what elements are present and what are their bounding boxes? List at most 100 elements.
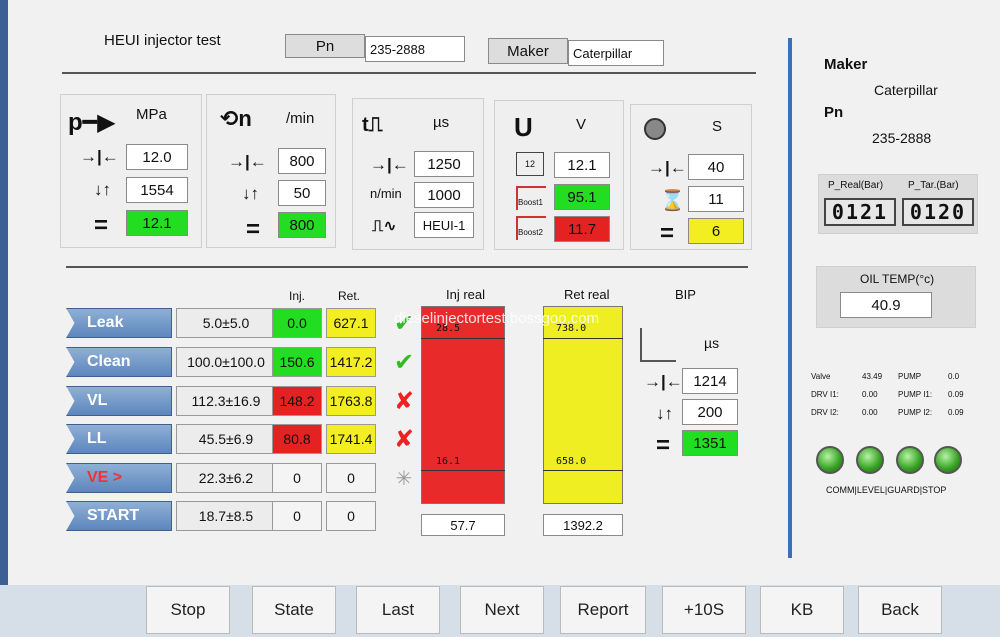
comm-led bbox=[816, 446, 844, 474]
inj-real-value: 57.7 bbox=[421, 514, 505, 536]
last-button[interactable]: Last bbox=[356, 586, 440, 634]
speed-set-field[interactable]: 800 bbox=[278, 148, 326, 174]
waveform-icon: ⎍∿ bbox=[372, 218, 397, 235]
boost2-icon: Boost2 bbox=[516, 216, 546, 240]
pn-field[interactable]: 235-2888 bbox=[365, 36, 465, 62]
row-vl-button[interactable]: VL bbox=[66, 386, 172, 416]
target-icon: →|← bbox=[370, 155, 409, 174]
side-maker-label: Maker bbox=[824, 56, 868, 73]
side-pn-value: 235-2888 bbox=[872, 130, 932, 146]
side-divider bbox=[788, 38, 792, 558]
report-button[interactable]: Report bbox=[560, 586, 646, 634]
pulse-freq-field[interactable]: 1000 bbox=[414, 182, 474, 208]
page-title: HEUI injector test bbox=[104, 32, 221, 49]
stop-button[interactable]: Stop bbox=[146, 586, 230, 634]
supply-voltage: 12.1 bbox=[554, 152, 610, 178]
row-start-button[interactable]: START bbox=[66, 501, 172, 531]
p-tar-display: 0120 bbox=[902, 198, 974, 226]
speed-icon: ⟲n bbox=[220, 106, 252, 131]
pulse-width-field[interactable]: 1250 bbox=[414, 151, 474, 177]
start-spec: 18.7±8.5 bbox=[176, 501, 276, 531]
speed-unit: /min bbox=[286, 110, 315, 127]
pump-label: PUMP bbox=[898, 372, 922, 381]
pump2-value: 0.09 bbox=[948, 408, 964, 417]
valve-label: Valve bbox=[811, 372, 831, 381]
next-button[interactable]: Next bbox=[460, 586, 544, 634]
pump-value: 0.0 bbox=[948, 372, 960, 381]
ret-upper-limit-line bbox=[543, 338, 623, 339]
start-ret: 0 bbox=[326, 501, 376, 531]
oil-temp-value: 40.9 bbox=[840, 292, 932, 318]
speed-step-field[interactable]: 50 bbox=[278, 180, 326, 206]
inj-lower-limit-line bbox=[421, 470, 505, 471]
pump1-value: 0.09 bbox=[948, 390, 964, 399]
range-icon: ↓↑ bbox=[242, 184, 259, 203]
kb-button[interactable]: KB bbox=[760, 586, 844, 634]
maker-field[interactable]: Caterpillar bbox=[568, 40, 664, 66]
ve-ret: 0 bbox=[326, 463, 376, 493]
drv2-label: DRV I2: bbox=[811, 408, 839, 417]
vl-cross-icon: ✘ bbox=[393, 387, 415, 415]
inj-header: Inj. bbox=[289, 289, 306, 303]
time-unit: S bbox=[712, 118, 723, 135]
bip-actual: 1351 bbox=[682, 430, 738, 456]
ret-header: Ret. bbox=[338, 289, 361, 303]
state-button[interactable]: State bbox=[252, 586, 336, 634]
side-pn-label: Pn bbox=[824, 104, 844, 121]
battery-icon: 12 bbox=[516, 152, 544, 176]
pulse-mode-field[interactable]: HEUI-1 bbox=[414, 212, 474, 238]
ll-cross-icon: ✘ bbox=[393, 425, 415, 453]
row-ll-button[interactable]: LL bbox=[66, 424, 172, 454]
p-tar-label: P_Tar.(Bar) bbox=[908, 180, 959, 191]
target-icon: →|← bbox=[80, 147, 119, 166]
drv1-label: DRV I1: bbox=[811, 390, 839, 399]
pressure-actual: 12.1 bbox=[126, 210, 188, 236]
bip-unit: µs bbox=[704, 335, 720, 351]
back-button[interactable]: Back bbox=[858, 586, 942, 634]
vl-inj: 148.2 bbox=[272, 386, 322, 416]
row-ve-button[interactable]: VE > bbox=[66, 463, 172, 493]
row-leak-button[interactable]: Leak bbox=[66, 308, 172, 338]
ret-real-label: Ret real bbox=[564, 287, 610, 302]
stop-led bbox=[934, 446, 962, 474]
boost2-voltage: 11.7 bbox=[554, 216, 610, 242]
pn-label: Pn bbox=[285, 34, 365, 58]
ll-ret: 1741.4 bbox=[326, 424, 376, 454]
bip-set-field[interactable]: 1214 bbox=[682, 368, 738, 394]
equals-icon: = bbox=[660, 220, 675, 247]
clean-check-icon: ✔ bbox=[393, 348, 415, 376]
pump2-label: PUMP I2: bbox=[898, 408, 933, 417]
pressure-unit: MPa bbox=[136, 106, 167, 123]
inj-upper-limit-line bbox=[421, 338, 505, 339]
p-real-display: 0121 bbox=[824, 198, 896, 226]
plus-10s-button[interactable]: +10S bbox=[662, 586, 746, 634]
equals-icon: = bbox=[246, 216, 261, 243]
time-set-field[interactable]: 40 bbox=[688, 154, 744, 180]
pump1-label: PUMP I1: bbox=[898, 390, 933, 399]
clean-ret: 1417.2 bbox=[326, 347, 376, 377]
oil-temp-label: OIL TEMP(°c) bbox=[860, 272, 935, 286]
led-labels: COMM|LEVEL|GUARD|STOP bbox=[826, 485, 947, 495]
bip-step-field[interactable]: 200 bbox=[682, 399, 738, 425]
pressure-icon: p━▶ bbox=[68, 109, 116, 136]
guard-led bbox=[896, 446, 924, 474]
freq-label: n/min bbox=[370, 186, 402, 201]
clock-icon bbox=[644, 118, 666, 140]
time-count: 6 bbox=[688, 218, 744, 244]
pressure-set-field[interactable]: 12.0 bbox=[126, 144, 188, 170]
inj-real-label: Inj real bbox=[446, 287, 486, 302]
pressure-max-field[interactable]: 1554 bbox=[126, 177, 188, 203]
ll-inj: 80.8 bbox=[272, 424, 322, 454]
ret-real-bar bbox=[543, 306, 623, 504]
hourglass-icon: ⌛ bbox=[660, 190, 685, 212]
clean-inj: 150.6 bbox=[272, 347, 322, 377]
pulse-icon: t⎍ bbox=[362, 114, 383, 136]
drv1-value: 0.00 bbox=[862, 390, 878, 399]
ll-spec: 45.5±6.9 bbox=[176, 424, 276, 454]
target-icon: →|← bbox=[228, 152, 267, 171]
level-led bbox=[856, 446, 884, 474]
leak-ret: 627.1 bbox=[326, 308, 376, 338]
row-clean-button[interactable]: Clean bbox=[66, 347, 172, 377]
vl-spec: 112.3±16.9 bbox=[176, 386, 276, 416]
ve-spec: 22.3±6.2 bbox=[176, 463, 276, 493]
